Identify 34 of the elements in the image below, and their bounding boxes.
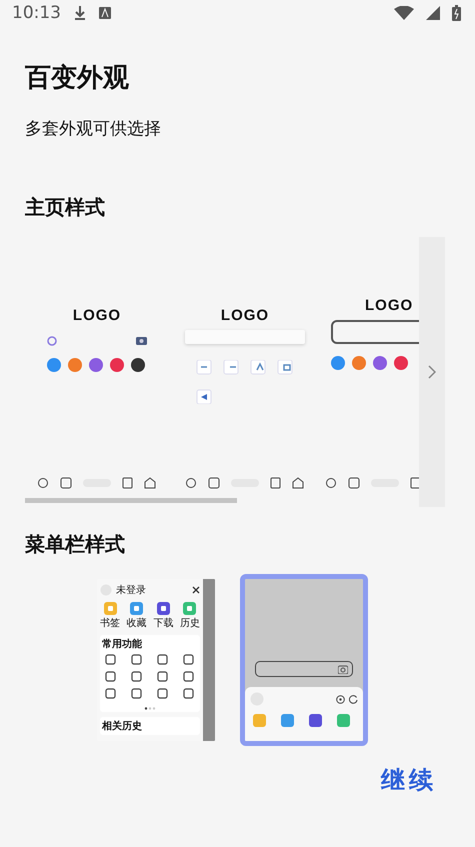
- wifi-icon: [394, 6, 414, 20]
- refresh-icon: [349, 694, 358, 704]
- shortcut-label: 历史: [180, 616, 200, 630]
- status-time: 10:13: [12, 3, 61, 23]
- camera-icon: [136, 336, 147, 345]
- logo-text: LOGO: [365, 297, 414, 314]
- section-heading: 菜单栏样式: [25, 531, 126, 558]
- download-icon: [73, 5, 87, 21]
- shortcut-label: 下载: [153, 616, 174, 630]
- page-subtitle: 多套外观可供选择: [25, 118, 162, 140]
- user-name: 未登录: [116, 584, 146, 597]
- section-heading: 主页样式: [25, 194, 106, 221]
- logo-text: LOGO: [72, 307, 122, 324]
- shortcut-icon: [183, 602, 196, 615]
- continue-button[interactable]: 继续: [377, 760, 441, 800]
- shortcut-icon: [156, 602, 170, 615]
- chevron-right-icon: [428, 365, 436, 379]
- panel-title: 相关历史: [102, 720, 142, 733]
- camera-icon: [338, 664, 348, 674]
- shortcut-label: 书签: [100, 616, 120, 630]
- menu-style-card[interactable]: [240, 574, 368, 746]
- close-icon: [192, 586, 200, 594]
- panel-title: 常用功能: [102, 638, 142, 651]
- lens-icon: [47, 336, 57, 346]
- signal-icon: [426, 6, 440, 20]
- shortcut-icon: [104, 602, 116, 615]
- page-title: 百变外观: [25, 62, 130, 95]
- shortcut-icon: [130, 602, 144, 615]
- shortcut-label: 收藏: [126, 616, 147, 630]
- logo-text: LOGO: [220, 307, 270, 324]
- settings-icon: [336, 694, 345, 704]
- notification-icon: [99, 7, 111, 19]
- battery-icon: [452, 5, 461, 21]
- page-dots-icon: [144, 707, 156, 710]
